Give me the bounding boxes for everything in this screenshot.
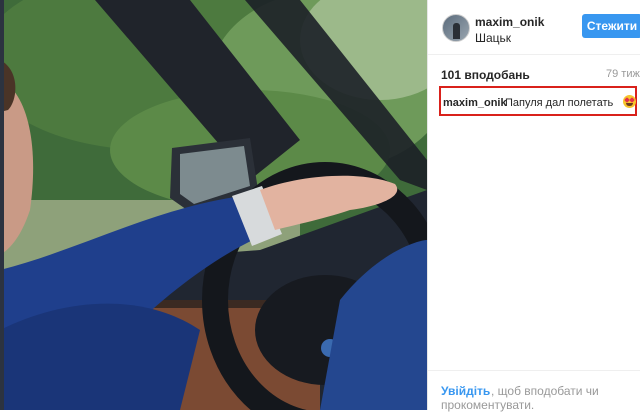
driving-scene-image: [0, 0, 427, 410]
avatar[interactable]: [442, 14, 470, 42]
likes-count[interactable]: 101 вподобань: [441, 68, 530, 82]
highlighted-caption: maxim_onik Папуля дал полетать: [439, 86, 637, 116]
caption-username[interactable]: maxim_onik: [443, 97, 507, 109]
caption-text: Папуля дал полетать: [505, 97, 614, 109]
post-info-panel: maxim_onik Шацьк Стежити 101 вподобань 7…: [427, 0, 640, 412]
avatar-figure: [453, 23, 460, 39]
post-time[interactable]: 79 тиж: [606, 68, 640, 80]
post-footer: Увійдіть , щоб вподобати чи прокоментува…: [428, 370, 640, 412]
follow-button[interactable]: Стежити: [582, 14, 640, 38]
post-location[interactable]: Шацьк: [475, 31, 511, 45]
login-link[interactable]: Увійдіть: [441, 384, 490, 398]
footer-prompt-text: , щоб вподобати чи: [491, 384, 599, 398]
media-left-edge: [0, 0, 4, 410]
post-username[interactable]: maxim_onik: [475, 15, 544, 29]
post-media-video[interactable]: [0, 0, 427, 410]
heart-eyes-emoji-icon: [623, 95, 636, 108]
post-header: maxim_onik Шацьк Стежити: [428, 0, 640, 55]
